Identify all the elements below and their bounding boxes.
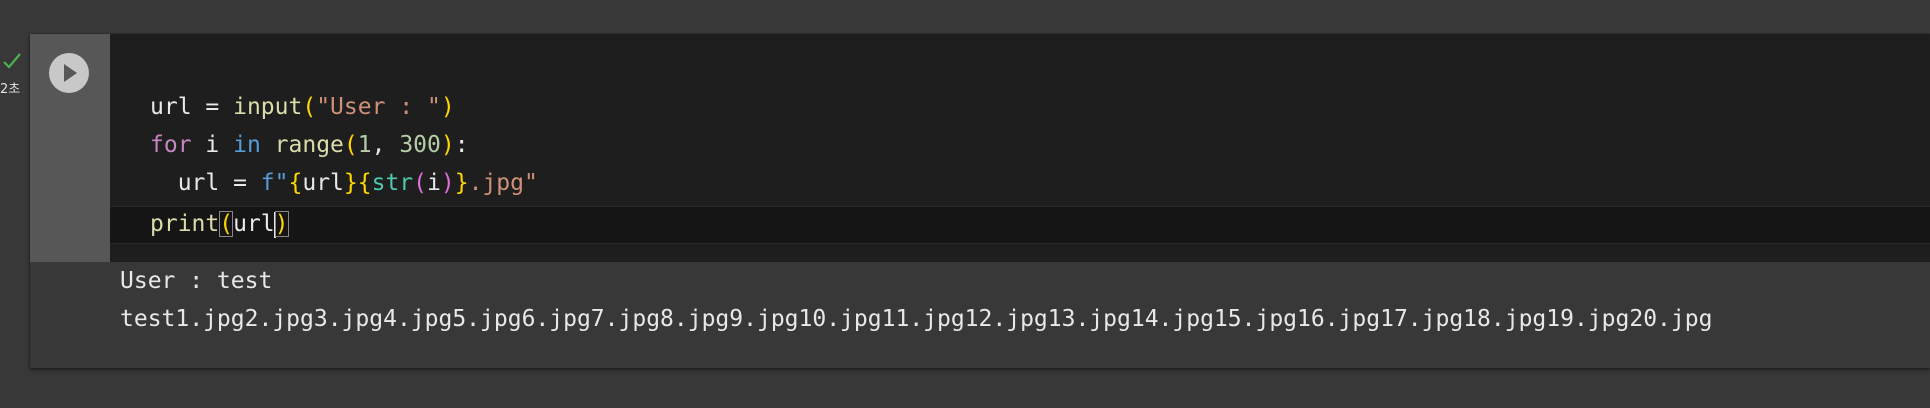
code-token: i [427, 170, 441, 196]
code-line-2: for i in range(1, 300): [150, 128, 469, 162]
code-token: { [357, 170, 372, 196]
code-token: ( [343, 132, 358, 158]
code-token: in [233, 132, 261, 158]
matching-bracket: ) [274, 211, 289, 237]
code-token: ) [440, 132, 455, 158]
code-line-5: print(url) [150, 207, 289, 241]
code-token: f" [260, 170, 289, 196]
cell-output: User : test test1.jpg2.jpg3.jpg4.jpg5.jp… [30, 262, 1930, 368]
code-token: ( [302, 94, 317, 120]
check-icon [3, 53, 21, 69]
execution-time: 2초 [0, 82, 21, 97]
code-token: ) [440, 170, 455, 196]
matching-bracket: ( [219, 211, 234, 237]
code-cell[interactable]: url = input("User : ") for i in range(1,… [30, 34, 1930, 368]
code-line-1: url = input("User : ") [150, 90, 455, 124]
code-token: input [233, 94, 303, 120]
code-token: 1 [357, 132, 372, 158]
execution-status: 2초 [0, 52, 26, 102]
code-token: url = [150, 170, 261, 196]
code-token: ( [413, 170, 428, 196]
code-token: : [454, 132, 469, 158]
code-token: ) [440, 94, 455, 120]
run-cell-button[interactable] [49, 53, 89, 93]
code-token: i [191, 132, 234, 158]
code-token: "User : " [316, 94, 441, 120]
code-token: } [343, 170, 358, 196]
code-token: .jpg" [468, 170, 538, 196]
code-token: , [371, 132, 400, 158]
code-token: print [150, 211, 220, 237]
output-line-2: test1.jpg2.jpg3.jpg4.jpg5.jpg6.jpg7.jpg8… [120, 306, 1713, 332]
code-token: { [288, 170, 303, 196]
code-token: url [302, 170, 344, 196]
code-token: for [150, 132, 192, 158]
code-token: } [454, 170, 469, 196]
code-token: range [274, 132, 344, 158]
code-editor[interactable]: url = input("User : ") for i in range(1,… [110, 34, 1930, 262]
code-token: url [150, 94, 192, 120]
output-line-1: User : test [120, 268, 273, 294]
code-token: = [191, 94, 234, 120]
code-token: url [233, 211, 275, 237]
code-token: 300 [399, 132, 441, 158]
cell-gutter [30, 34, 110, 262]
play-icon [64, 64, 77, 82]
code-token: str [371, 170, 414, 196]
code-line-3: url = f"{url}{str(i)}.jpg" [150, 166, 538, 200]
active-line-highlight [110, 206, 1930, 244]
